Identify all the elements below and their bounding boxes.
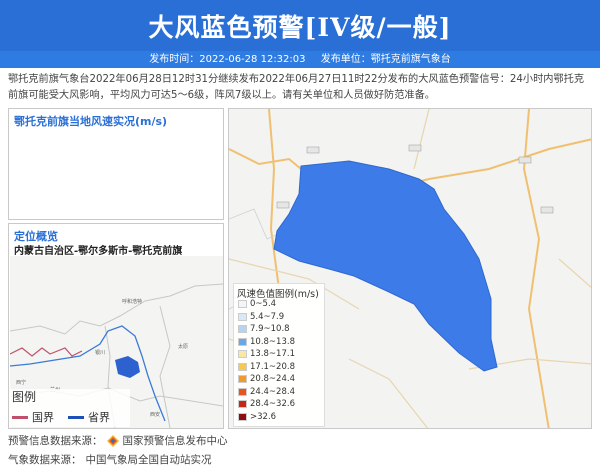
- warning-header: 大风蓝色预警[IV级/一般]: [0, 0, 600, 51]
- weather-source-label: 气象数据来源：: [8, 454, 82, 466]
- warning-source-value: 国家预警信息发布中心: [122, 435, 228, 447]
- speed-legend-row: 20.8~24.4: [238, 374, 295, 384]
- warning-center-logo-icon: [106, 434, 119, 447]
- weather-data-source: 气象数据来源： 中国气象局全国自动站实况: [8, 452, 212, 467]
- map-label-yinchuan: 银川: [95, 349, 105, 356]
- map-legend: 图例 国界 省界: [10, 389, 130, 427]
- warning-title: 大风蓝色预警[IV级/一般]: [148, 13, 452, 42]
- speed-legend-row: >32.6: [238, 412, 276, 422]
- speed-swatch: [238, 300, 247, 308]
- speed-swatch: [238, 337, 247, 346]
- speed-swatch: [238, 412, 247, 421]
- speed-legend-row: 28.4~32.6: [238, 399, 295, 409]
- legend-item-province-border: 省界: [68, 409, 110, 425]
- speed-legend-row: 10.8~13.8: [238, 337, 295, 347]
- legend-title: 图例: [12, 390, 37, 404]
- map-label-xian: 西安: [150, 411, 160, 418]
- speed-swatch: [238, 350, 247, 358]
- warning-data-source: 预警信息数据来源： 国家预警信息发布中心: [8, 433, 228, 448]
- map-label-xining: 西宁: [16, 379, 26, 386]
- warning-description: 鄂托克前旗气象台2022年06月28日12时31分继续发布2022年06月27日…: [8, 74, 585, 101]
- warning-source-label: 预警信息数据来源：: [8, 435, 103, 447]
- speed-legend-row: 17.1~20.8: [238, 362, 295, 372]
- publish-info-bar: 发布时间：2022-06-28 12:32:03 发布单位：鄂托克前旗气象台: [0, 51, 600, 68]
- speed-legend-row: 0~5.4: [238, 299, 276, 309]
- province-border-swatch: [68, 415, 84, 419]
- speed-legend-row: 24.4~28.4: [238, 387, 295, 397]
- warning-area-map[interactable]: 风速色值图例(m/s) 0~5.4 5.4~7.9 7.9~10.8 10.8~…: [228, 108, 592, 429]
- speed-swatch: [238, 387, 247, 396]
- wind-speed-title: 鄂托克前旗当地风速实况(m/s): [14, 115, 168, 128]
- speed-swatch: [238, 312, 247, 321]
- wind-speed-panel: 鄂托克前旗当地风速实况(m/s): [8, 108, 224, 220]
- weather-source-value: 中国气象局全国自动站实况: [85, 454, 212, 466]
- publisher: 发布单位：鄂托克前旗气象台: [320, 54, 451, 65]
- publish-time: 发布时间：2022-06-28 12:32:03: [149, 54, 306, 65]
- national-border-swatch: [12, 415, 28, 419]
- map-label-taiyuan: 太原: [178, 343, 188, 350]
- speed-swatch: [238, 400, 247, 408]
- speed-legend-row: 13.8~17.1: [238, 349, 295, 359]
- speed-swatch: [238, 362, 247, 371]
- region-path: 内蒙古自治区-鄂尔多斯市-鄂托克前旗: [14, 246, 183, 257]
- wind-speed-legend-title: 风速色值图例(m/s): [237, 289, 319, 300]
- speed-legend-row: 5.4~7.9: [238, 312, 284, 322]
- speed-swatch: [238, 325, 247, 333]
- wind-speed-legend: 风速色值图例(m/s) 0~5.4 5.4~7.9 7.9~10.8 10.8~…: [233, 283, 325, 427]
- legend-item-national-border: 国界: [12, 409, 54, 425]
- map-label-hohhot: 呼和浩特: [122, 298, 142, 305]
- speed-legend-row: 7.9~10.8: [238, 324, 290, 334]
- speed-swatch: [238, 375, 247, 383]
